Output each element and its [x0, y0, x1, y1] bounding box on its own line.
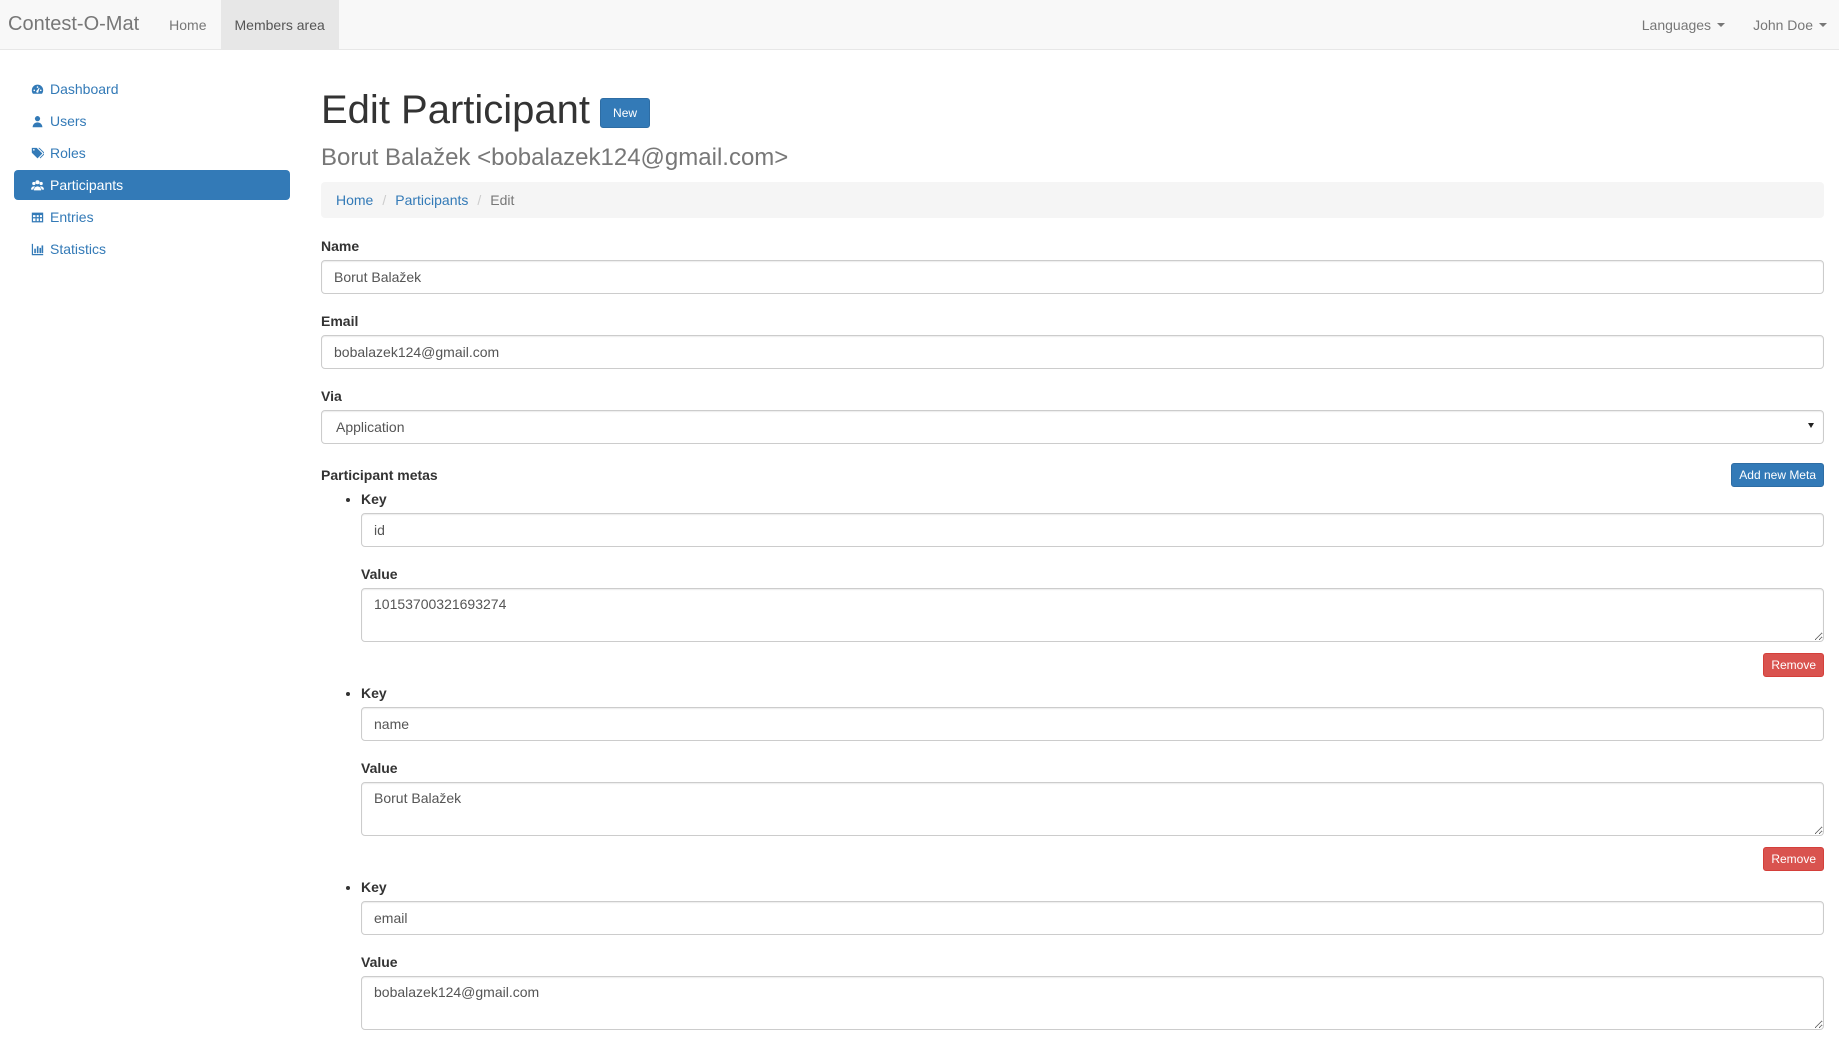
sidebar-item-label: Participants: [50, 177, 124, 193]
breadcrumb-home-link[interactable]: Home: [336, 192, 373, 208]
breadcrumb: Home / Participants / Edit: [321, 182, 1824, 218]
meta-key-input[interactable]: [361, 901, 1824, 935]
via-select[interactable]: Application: [321, 410, 1824, 444]
sidebar-item-statistics[interactable]: Statistics: [14, 234, 290, 264]
sidebar-item-label: Users: [50, 113, 87, 129]
meta-value-group: Value Borut Balažek: [361, 760, 1824, 839]
sidebar: Dashboard Users Roles Participants Entri…: [0, 50, 290, 1045]
new-participant-button[interactable]: New: [600, 98, 651, 128]
meta-remove-row: Remove: [361, 653, 1824, 677]
meta-key-label: Key: [361, 879, 387, 895]
sidebar-item-users[interactable]: Users: [14, 106, 290, 136]
via-selected-value: Application: [336, 419, 405, 435]
user-dropdown[interactable]: John Doe: [1739, 0, 1839, 49]
page-title: Edit Participant: [321, 88, 591, 132]
table-icon: [30, 210, 44, 224]
meta-value-group: Value 10153700321693274: [361, 566, 1824, 645]
sidebar-item-roles[interactable]: Roles: [14, 138, 290, 168]
breadcrumb-separator: /: [382, 192, 387, 208]
sidebar-item-label: Entries: [50, 209, 94, 225]
nav-home-link[interactable]: Home: [155, 0, 220, 49]
participant-subtitle: Borut Balažek <bobalazek124@gmail.com>: [321, 144, 789, 171]
participant-metas-header: Participant metas Add new Meta: [321, 463, 1824, 487]
brand-link[interactable]: Contest-O-Mat: [0, 0, 155, 49]
users-icon: [30, 178, 44, 192]
meta-item: Key Value bobalazek124@gmail.com: [361, 879, 1824, 1033]
meta-item: Key Value Borut Balažek Remove: [361, 685, 1824, 871]
meta-key-group: Key: [361, 491, 1824, 547]
via-field-group: Via Application: [321, 388, 1824, 444]
main-content: Edit Participant New Borut Balažek <boba…: [290, 50, 1839, 1045]
user-icon: [30, 114, 44, 128]
breadcrumb-current: Edit: [490, 192, 515, 208]
sidebar-item-participants[interactable]: Participants: [14, 170, 290, 200]
remove-meta-button[interactable]: Remove: [1763, 653, 1824, 677]
stats-icon: [30, 242, 44, 256]
email-field-group: Email: [321, 313, 1824, 369]
email-label: Email: [321, 313, 359, 329]
sidebar-item-label: Dashboard: [50, 81, 119, 97]
add-new-meta-button[interactable]: Add new Meta: [1731, 463, 1824, 487]
tags-icon: [30, 146, 44, 160]
meta-value-group: Value bobalazek124@gmail.com: [361, 954, 1824, 1033]
sidebar-item-label: Roles: [50, 145, 86, 161]
caret-down-icon: [1819, 22, 1827, 27]
name-label: Name: [321, 238, 360, 254]
meta-key-input[interactable]: [361, 513, 1824, 547]
breadcrumb-separator: /: [477, 192, 482, 208]
meta-key-group: Key: [361, 685, 1824, 741]
meta-value-label: Value: [361, 954, 398, 970]
email-input[interactable]: [321, 335, 1824, 369]
languages-dropdown[interactable]: Languages: [1628, 0, 1739, 49]
meta-item: Key Value 10153700321693274 Remove: [361, 491, 1824, 677]
sidebar-item-dashboard[interactable]: Dashboard: [14, 74, 290, 104]
dashboard-icon: [30, 82, 44, 96]
meta-value-label: Value: [361, 760, 398, 776]
remove-meta-button[interactable]: Remove: [1763, 847, 1824, 871]
meta-value-label: Value: [361, 566, 398, 582]
participant-metas-label: Participant metas: [321, 467, 438, 483]
caret-down-icon: [1717, 22, 1726, 27]
sidebar-item-entries[interactable]: Entries: [14, 202, 290, 232]
meta-value-textarea[interactable]: bobalazek124@gmail.com: [361, 976, 1824, 1030]
via-label: Via: [321, 388, 342, 404]
sidebar-item-label: Statistics: [50, 241, 107, 257]
languages-label: Languages: [1641, 16, 1712, 33]
name-field-group: Name: [321, 238, 1824, 294]
meta-key-label: Key: [361, 685, 387, 701]
name-input[interactable]: [321, 260, 1824, 294]
breadcrumb-participants-link[interactable]: Participants: [395, 192, 468, 208]
select-arrow-icon: [1808, 423, 1814, 428]
user-name-label: John Doe: [1753, 16, 1813, 33]
meta-key-label: Key: [361, 491, 387, 507]
meta-remove-row: Remove: [361, 847, 1824, 871]
meta-key-input[interactable]: [361, 707, 1824, 741]
meta-value-textarea[interactable]: Borut Balažek: [361, 782, 1824, 836]
title-row: Edit Participant New: [321, 88, 1824, 132]
participant-metas-list: Key Value 10153700321693274 Remove Key V…: [321, 491, 1824, 1033]
page-container: Dashboard Users Roles Participants Entri…: [0, 50, 1839, 1045]
meta-value-textarea[interactable]: 10153700321693274: [361, 588, 1824, 642]
via-select-wrapper: Application: [321, 410, 1824, 444]
nav-members-area-link[interactable]: Members area: [220, 0, 339, 49]
top-navbar: Contest-O-Mat Home Members area Language…: [0, 0, 1839, 50]
meta-key-group: Key: [361, 879, 1824, 935]
